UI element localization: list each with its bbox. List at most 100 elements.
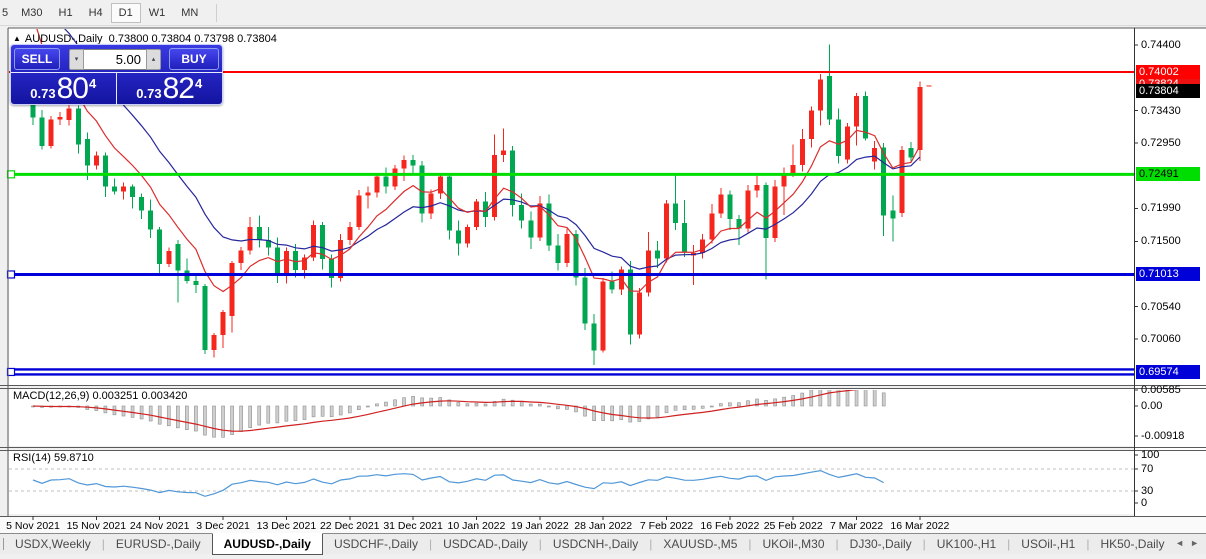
tab-uk100-h1[interactable]: UK100-,H1 <box>926 534 1007 555</box>
macd-bar <box>222 406 225 437</box>
candle <box>745 191 750 229</box>
hline-price-label-0.69574: 0.69574 <box>1136 365 1200 379</box>
macd-bar <box>158 406 161 424</box>
date-label: 16 Mar 2022 <box>885 520 955 532</box>
volume-increase-button[interactable]: ▴ <box>146 49 161 70</box>
tab-usdcnh-daily[interactable]: USDCNH-,Daily <box>542 534 649 555</box>
macd-bar <box>565 406 568 409</box>
tab-ukoil-m30[interactable]: UKOil-,M30 <box>752 534 836 555</box>
macd-bar <box>213 406 216 437</box>
macd-bar <box>421 398 424 406</box>
macd-bar <box>394 400 397 406</box>
candle <box>76 109 81 145</box>
price-axis-tick-0.71990: 0.71990 <box>1141 201 1181 215</box>
tab-eurusd-daily[interactable]: EURUSD-,Daily <box>105 534 212 555</box>
macd-bar <box>231 406 234 435</box>
candle <box>755 185 760 190</box>
date-label: 31 Dec 2021 <box>378 520 448 532</box>
macd-bar <box>366 406 369 407</box>
hline-handle[interactable] <box>8 171 15 178</box>
hline-price-label-0.72491: 0.72491 <box>1136 167 1200 181</box>
candle <box>112 187 117 192</box>
candle <box>257 227 262 240</box>
date-label: 24 Nov 2021 <box>125 520 195 532</box>
candle <box>411 160 416 165</box>
macd-value: 0.003251 <box>92 390 138 402</box>
candle <box>673 204 678 224</box>
macd-bar <box>258 406 261 425</box>
candle <box>130 187 135 197</box>
volume-input[interactable] <box>84 49 146 70</box>
candle <box>121 187 126 192</box>
tab-scroll-left-icon[interactable]: ◄ <box>1173 537 1188 549</box>
macd-bar <box>529 404 532 406</box>
macd-bar <box>810 390 813 406</box>
hline-handle[interactable] <box>8 368 15 375</box>
candle <box>383 176 388 186</box>
candle <box>374 176 379 192</box>
macd-bar <box>538 404 541 406</box>
candle <box>510 151 515 205</box>
sell-price-display[interactable]: 0.73 80 4 <box>11 73 117 105</box>
rsi-value: 59.8710 <box>54 452 94 464</box>
price-axis-tick-0.70540: 0.70540 <box>1141 300 1181 314</box>
sell-price-prefix: 0.73 <box>30 86 55 101</box>
tab-hk50-daily[interactable]: HK50-,Daily <box>1089 534 1175 555</box>
macd-bar <box>882 393 885 406</box>
price-axis-tick-0.70060: 0.70060 <box>1141 332 1181 346</box>
candle <box>854 96 859 126</box>
volume-decrease-button[interactable]: ▾ <box>69 49 84 70</box>
candle <box>456 231 461 244</box>
candle <box>239 250 244 263</box>
macd-bar <box>647 406 650 419</box>
macd-bar <box>375 404 378 406</box>
hline-handle[interactable] <box>8 271 15 278</box>
buy-button[interactable]: BUY <box>169 48 219 70</box>
date-label: 19 Jan 2022 <box>505 520 575 532</box>
macd-bar <box>701 406 704 408</box>
candle <box>148 210 153 229</box>
macd-bar <box>656 406 659 417</box>
tab-usdchf-daily[interactable]: USDCHF-,Daily <box>323 534 429 555</box>
candle <box>519 205 524 221</box>
macd-bar <box>475 403 478 406</box>
candle <box>103 155 108 186</box>
macd-bar <box>285 406 288 421</box>
tab-xauusd-m5[interactable]: XAUUSD-,M5 <box>652 534 748 555</box>
tab-dj30-daily[interactable]: DJ30-,Daily <box>839 534 923 555</box>
macd-bar <box>629 406 632 422</box>
candle <box>31 105 36 118</box>
candle <box>899 150 904 213</box>
rsi-axis-70: 70 <box>1141 462 1153 476</box>
candle <box>347 227 352 240</box>
price-axis-tick-0.74400: 0.74400 <box>1141 38 1181 52</box>
candle <box>202 286 207 350</box>
candle <box>637 292 642 334</box>
tab-usdcad-daily[interactable]: USDCAD-,Daily <box>432 534 539 555</box>
tab-audusd-daily[interactable]: AUDUSD-,Daily <box>212 533 323 555</box>
date-label: 22 Dec 2021 <box>315 520 385 532</box>
candle <box>664 204 669 259</box>
macd-bar <box>149 406 152 421</box>
tab-usoil-h1[interactable]: USOil-,H1 <box>1010 534 1086 555</box>
tab-usdx-weekly[interactable]: USDX,Weekly <box>4 534 102 555</box>
macd-bar <box>556 406 559 409</box>
candle <box>564 234 569 263</box>
candle <box>230 263 235 316</box>
candle <box>139 197 144 211</box>
candle <box>727 195 732 219</box>
candle <box>85 139 90 165</box>
macd-bar <box>176 406 179 428</box>
candle <box>809 111 814 139</box>
date-label: 10 Jan 2022 <box>441 520 511 532</box>
candle <box>393 168 398 186</box>
macd-bar <box>240 406 243 432</box>
macd-bar <box>249 406 252 428</box>
tab-scroll-right-icon[interactable]: ► <box>1188 537 1203 549</box>
candle <box>592 323 597 350</box>
buy-price-display[interactable]: 0.73 82 4 <box>117 73 223 105</box>
sell-button[interactable]: SELL <box>14 48 60 70</box>
candle <box>574 234 579 277</box>
candle <box>764 185 769 238</box>
macd-axis--0.00918: -0.00918 <box>1141 429 1184 443</box>
